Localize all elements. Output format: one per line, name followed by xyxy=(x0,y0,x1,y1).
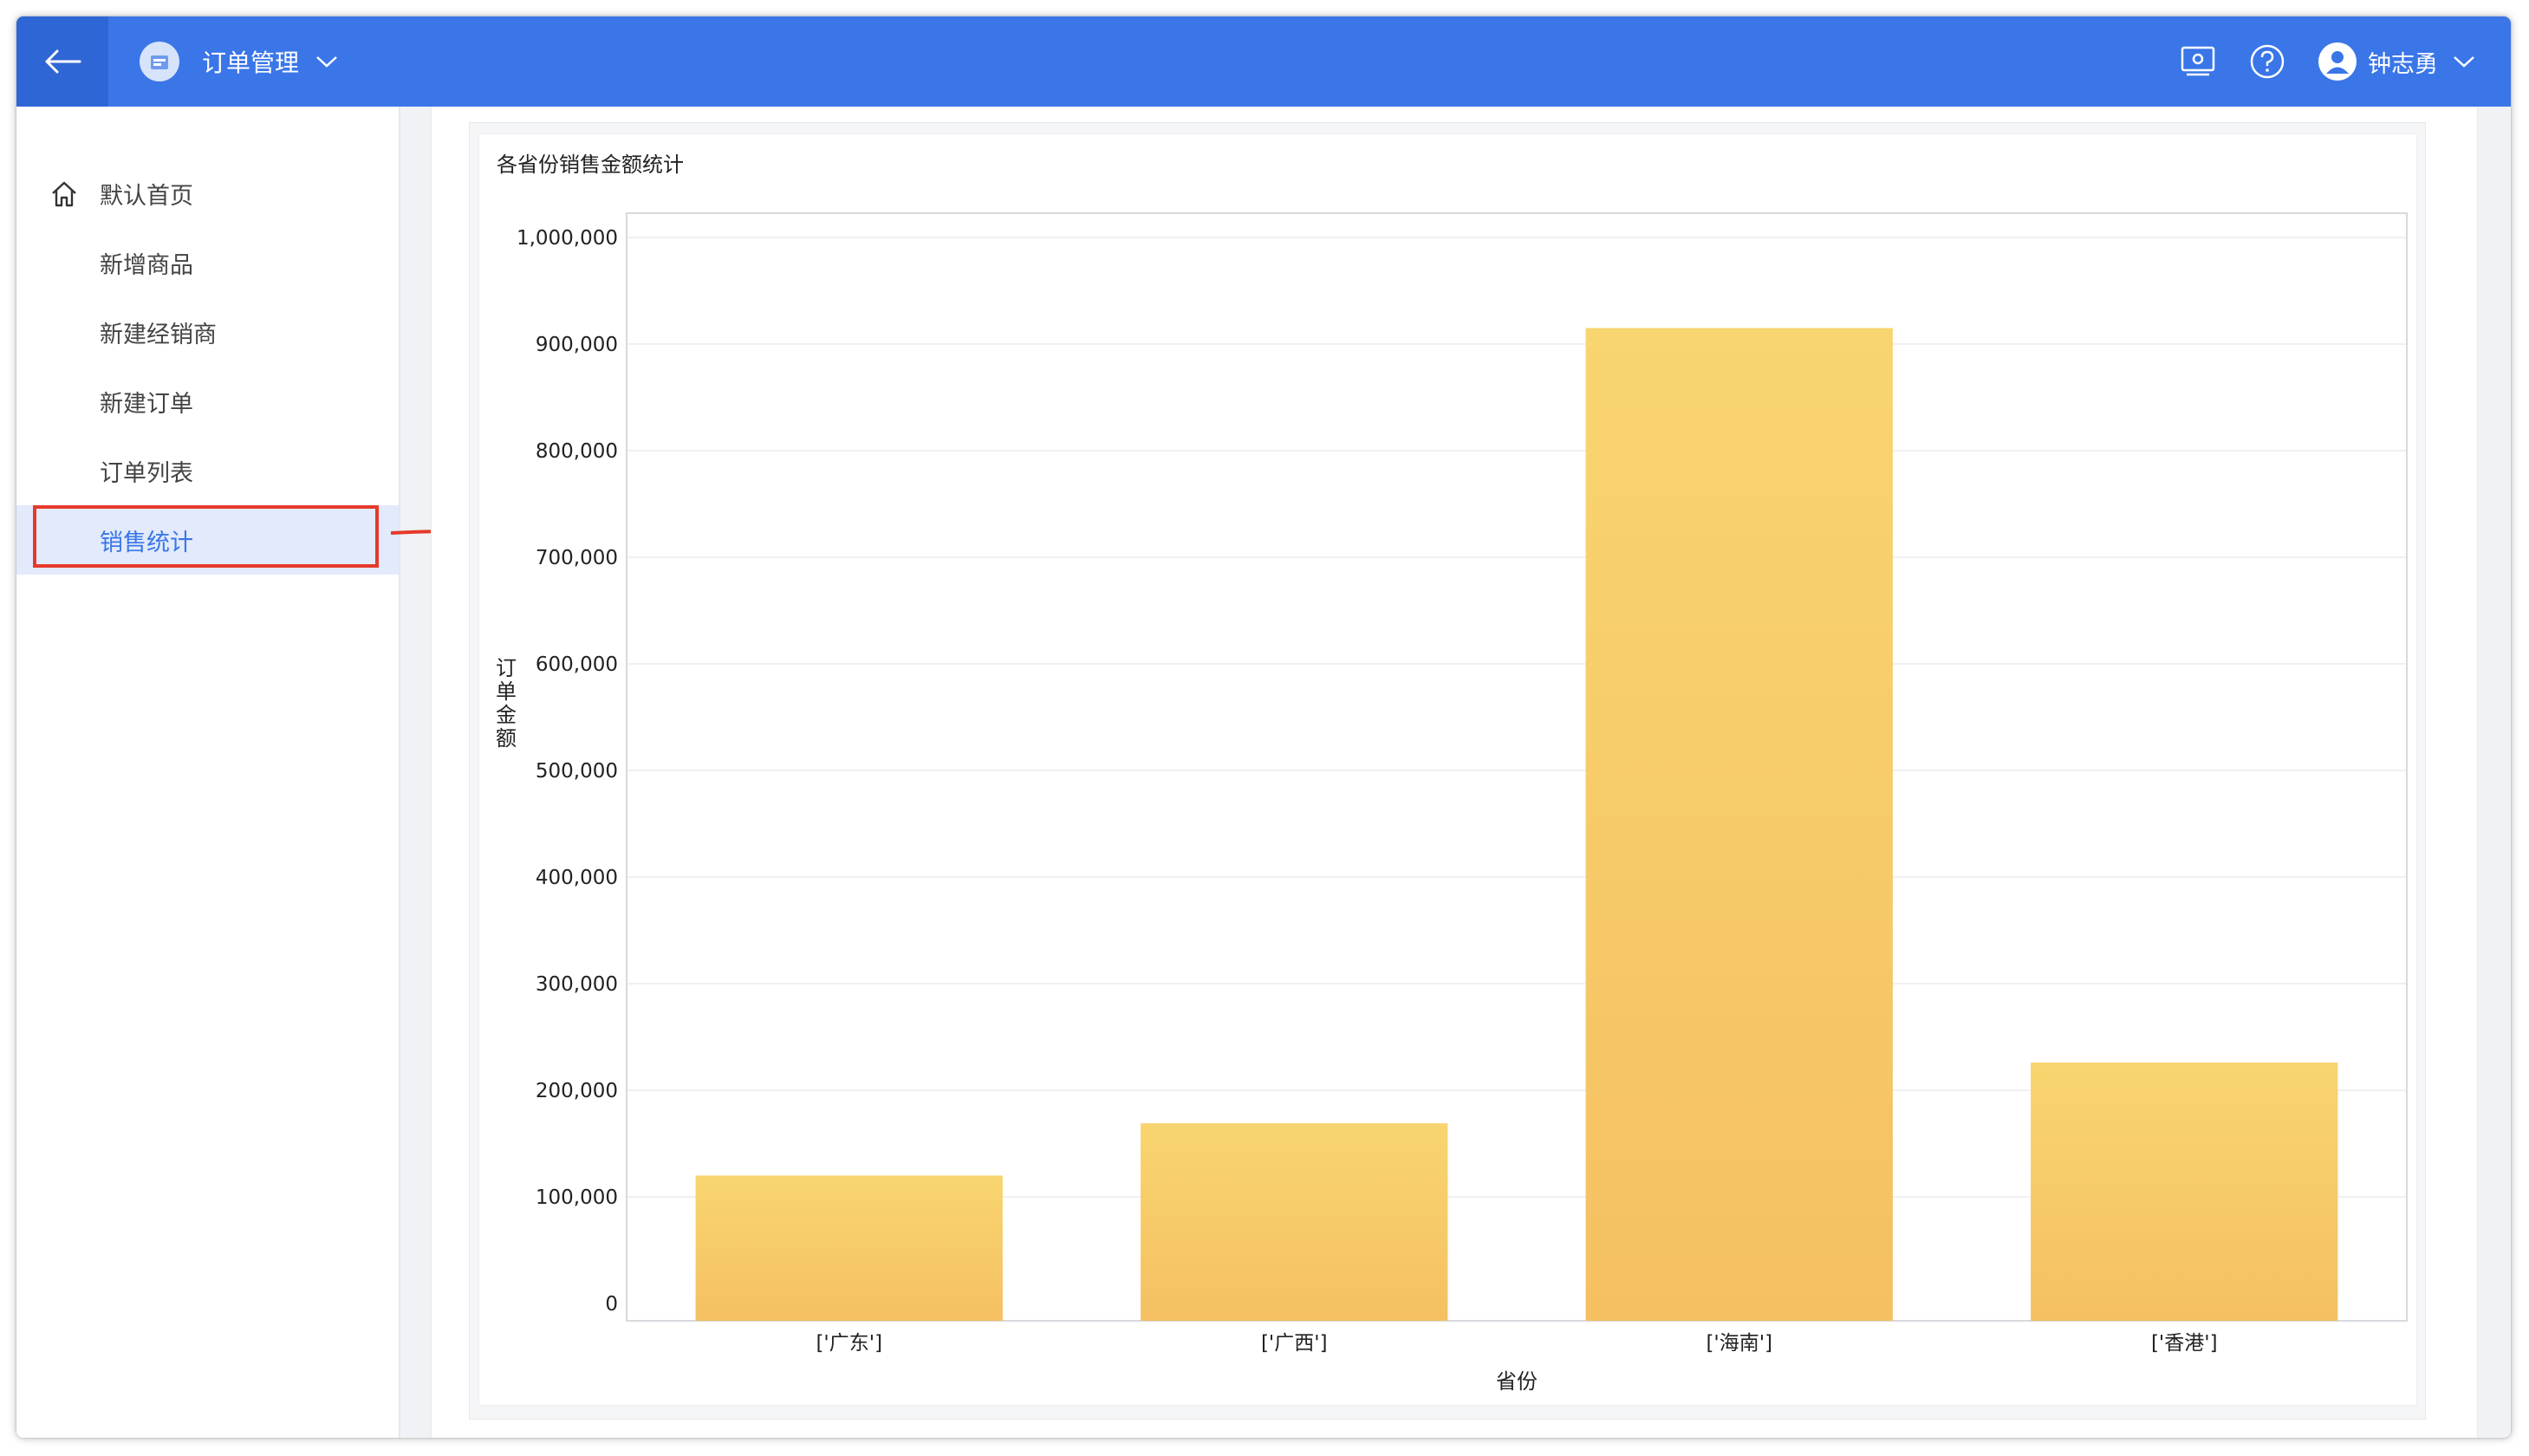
sidebar-item-sales-stats[interactable]: 销售统计 xyxy=(16,505,399,575)
bar[interactable] xyxy=(2031,1063,2338,1321)
sidebar-item-label: 默认首页 xyxy=(100,182,193,210)
app-logo-icon xyxy=(140,42,179,81)
sidebar-item-label: 订单列表 xyxy=(100,459,193,487)
sidebar-item-label: 新增商品 xyxy=(100,251,193,279)
x-tick-labels: ['广东'] ['广西'] ['海南'] ['香港'] xyxy=(816,1332,2217,1355)
app-title: 订单管理 xyxy=(202,49,300,77)
sidebar-item-new-product[interactable]: 新增商品 xyxy=(16,228,399,297)
sidebar-item-home[interactable]: 默认首页 xyxy=(16,159,399,228)
x-tick-label: ['广西'] xyxy=(1261,1332,1328,1355)
y-tick-labels: 0 100,000 200,000 300,000 400,000 500,000 600,… xyxy=(517,227,618,1316)
app-window: 订单管理 钟志勇 默认首页 新增商品 新建经销商 新建订单 订单列表 销售统计 … xyxy=(16,16,2511,1438)
bar[interactable] xyxy=(1585,328,1893,1321)
back-button[interactable] xyxy=(16,16,108,107)
y-axis-label-char: 额 xyxy=(496,726,517,751)
screen-capture-icon[interactable] xyxy=(2179,42,2217,81)
sidebar-item-label: 新建经销商 xyxy=(100,321,217,348)
y-tick-label: 700,000 xyxy=(536,547,618,569)
chevron-down-icon xyxy=(2454,56,2474,68)
app-switcher[interactable]: 订单管理 xyxy=(140,16,339,107)
y-axis-label-char: 金 xyxy=(496,703,517,727)
home-icon xyxy=(52,181,76,207)
sidebar-item-label: 销售统计 xyxy=(100,529,193,556)
y-tick-label: 1,000,000 xyxy=(517,227,618,250)
y-tick-label: 100,000 xyxy=(536,1186,618,1209)
user-avatar-icon xyxy=(2318,42,2357,81)
x-tick-label: ['广东'] xyxy=(816,1332,882,1355)
y-tick-label: 900,000 xyxy=(536,334,618,356)
grid-lines xyxy=(627,237,2407,1198)
x-tick-label: ['香港'] xyxy=(2151,1332,2218,1355)
y-tick-label: 0 xyxy=(605,1293,618,1316)
sidebar-menu: 默认首页 新增商品 新建经销商 新建订单 订单列表 销售统计 xyxy=(16,159,399,575)
help-icon[interactable] xyxy=(2248,42,2286,81)
user-menu[interactable]: 钟志勇 xyxy=(2318,42,2476,81)
y-tick-label: 300,000 xyxy=(536,973,618,996)
x-tick-label: ['海南'] xyxy=(1706,1332,1772,1355)
top-header: 订单管理 钟志勇 xyxy=(16,16,2511,107)
y-tick-label: 800,000 xyxy=(536,440,618,463)
bars xyxy=(695,328,2338,1321)
bar[interactable] xyxy=(1141,1123,1448,1321)
y-axis-label-char: 订 xyxy=(496,656,517,680)
sidebar: 默认首页 新增商品 新建经销商 新建订单 订单列表 销售统计 xyxy=(16,107,400,1438)
chevron-down-icon xyxy=(316,56,337,68)
y-tick-label: 400,000 xyxy=(536,867,618,889)
sidebar-item-new-order[interactable]: 新建订单 xyxy=(16,367,399,436)
x-axis-label: 省份 xyxy=(1496,1369,1538,1394)
back-arrow-icon xyxy=(45,49,81,74)
header-actions: 钟志勇 xyxy=(2148,16,2476,107)
y-tick-label: 200,000 xyxy=(536,1080,618,1102)
sidebar-item-order-list[interactable]: 订单列表 xyxy=(16,436,399,505)
y-tick-label: 600,000 xyxy=(536,653,618,676)
bar[interactable] xyxy=(695,1175,1003,1321)
bar-chart: 0 100,000 200,000 300,000 400,000 500,000 600,… xyxy=(496,212,2408,1394)
y-tick-label: 500,000 xyxy=(536,760,618,783)
sidebar-item-label: 新建订单 xyxy=(100,390,193,418)
y-axis-label: 订单金额 xyxy=(496,656,517,751)
sidebar-item-new-dealer[interactable]: 新建经销商 xyxy=(16,297,399,367)
y-axis-label-char: 单 xyxy=(496,679,517,704)
user-name: 钟志勇 xyxy=(2368,50,2438,78)
